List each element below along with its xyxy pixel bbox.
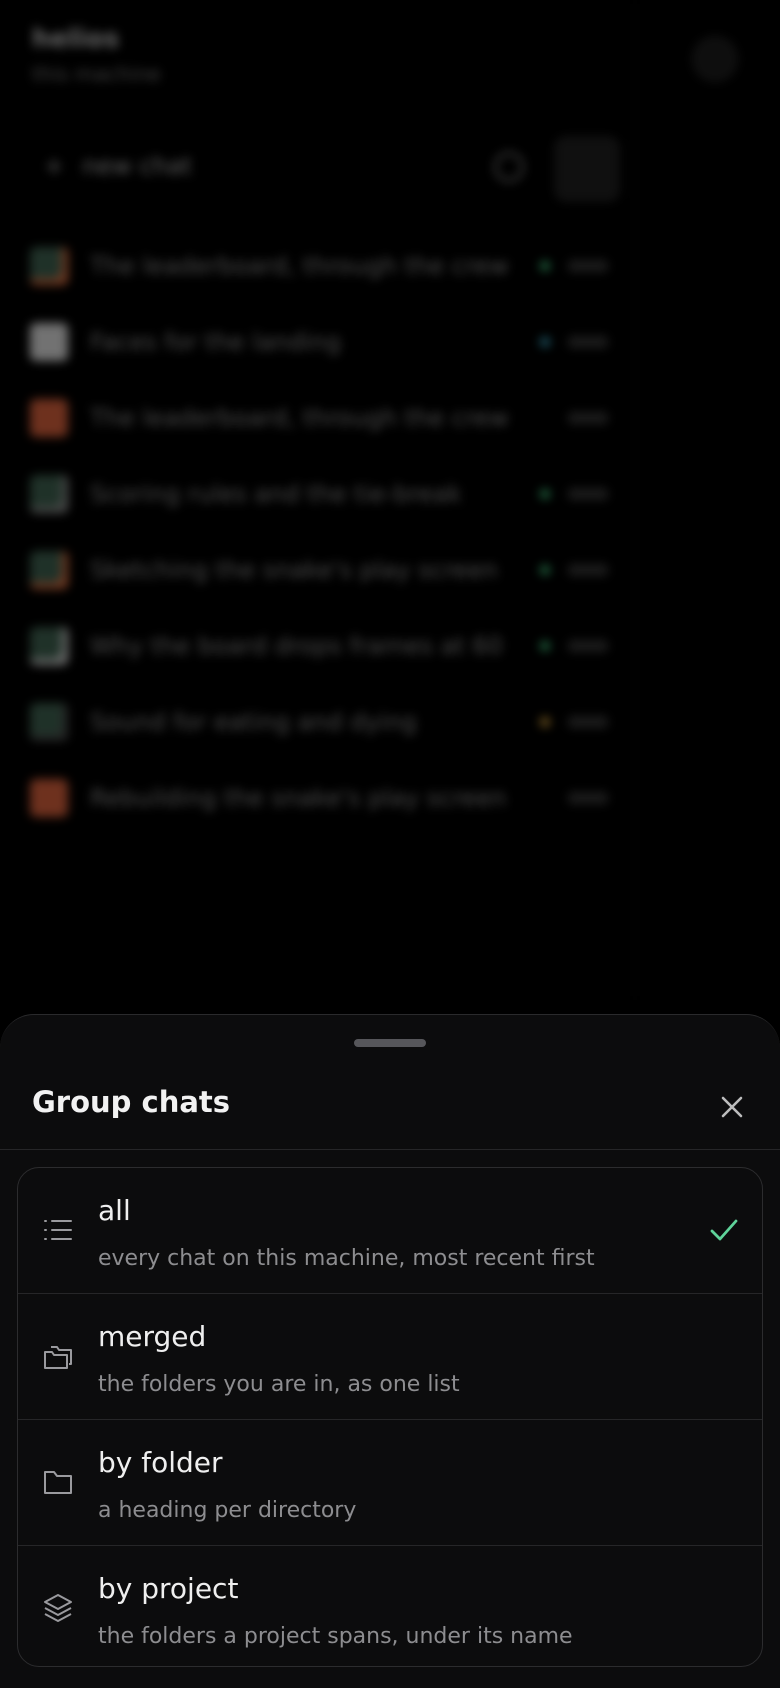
chat-title: The leaderboard, through the crew (90, 252, 509, 280)
chat-avatar-icon (30, 323, 68, 361)
close-button[interactable] (714, 1089, 750, 1125)
menu-button (554, 136, 620, 202)
status-dot (540, 337, 550, 347)
chat-avatar-icon (30, 475, 68, 513)
chat-time (568, 792, 608, 804)
option-label: merged (98, 1320, 207, 1353)
chat-row: Sketching the snake's play screen (30, 550, 620, 590)
chat-avatar-icon (30, 779, 68, 817)
chat-title: Faces for the landing (90, 328, 341, 356)
option-merged[interactable]: merged the folders you are in, as one li… (18, 1294, 762, 1420)
avatar (692, 36, 738, 82)
chat-row: Why the board drops frames at 60 (30, 626, 620, 666)
chat-row: The leaderboard, through the crew (30, 246, 620, 286)
option-description: every chat on this machine, most recent … (98, 1246, 595, 1271)
chat-title: Why the board drops frames at 60 (90, 632, 503, 660)
chat-time (568, 336, 608, 348)
chat-avatar-icon (30, 551, 68, 589)
chat-title: Sketching the snake's play screen (90, 556, 498, 584)
chat-avatar-icon (30, 703, 68, 741)
folder-icon (40, 1464, 76, 1500)
new-chat-button: + new chat (44, 152, 192, 180)
status-dot (540, 565, 550, 575)
chat-row: The leaderboard, through the crew (30, 398, 620, 438)
chat-title: Rebuilding the snake's play screen (90, 784, 507, 812)
chat-row: Faces for the landing (30, 322, 620, 362)
chat-time (568, 716, 608, 728)
plus-icon: + (44, 152, 65, 180)
panel-divider (634, 0, 636, 1000)
option-all[interactable]: all every chat on this machine, most rec… (18, 1168, 762, 1294)
status-dot (540, 717, 550, 727)
option-description: the folders you are in, as one list (98, 1372, 460, 1397)
app-title: helios (32, 24, 120, 54)
status-dot (540, 261, 550, 271)
drag-handle[interactable] (354, 1039, 426, 1047)
option-description: a heading per directory (98, 1498, 357, 1523)
status-dot (540, 489, 550, 499)
background-app: helios this machine + new chat The leade… (0, 0, 780, 1000)
option-by-folder[interactable]: by folder a heading per directory (18, 1420, 762, 1546)
close-icon (721, 1096, 743, 1118)
chat-avatar-icon (30, 247, 68, 285)
option-label: all (98, 1194, 131, 1227)
chat-avatar-icon (30, 399, 68, 437)
chat-time (568, 488, 608, 500)
option-description: the folders a project spans, under its n… (98, 1624, 573, 1649)
new-chat-label: new chat (82, 152, 192, 180)
status-dot (540, 641, 550, 651)
status-dot (540, 413, 550, 423)
sheet-title: Group chats (32, 1085, 231, 1119)
search-icon (494, 152, 524, 182)
chat-row: Scoring rules and the tie-break (30, 474, 620, 514)
chat-avatar-icon (30, 627, 68, 665)
option-by-project[interactable]: by project the folders a project spans, … (18, 1546, 762, 1666)
chat-title: Scoring rules and the tie-break (90, 480, 462, 508)
header-divider (0, 1149, 780, 1150)
chat-time (568, 412, 608, 424)
option-label: by folder (98, 1446, 223, 1479)
chat-time (568, 564, 608, 576)
list-icon (40, 1212, 76, 1248)
group-chats-sheet: Group chats all every chat on this machi… (0, 1014, 780, 1688)
app-subtitle: this machine (32, 62, 161, 86)
chat-time (568, 260, 608, 272)
checkmark-icon (710, 1219, 738, 1241)
layers-icon (40, 1590, 76, 1626)
status-dot (540, 793, 550, 803)
grouping-options: all every chat on this machine, most rec… (17, 1167, 763, 1667)
stacked-folders-icon (40, 1338, 76, 1374)
chat-title: Sound for eating and dying (90, 708, 417, 736)
option-label: by project (98, 1572, 239, 1605)
chat-time (568, 640, 608, 652)
chat-row: Sound for eating and dying (30, 702, 620, 742)
chat-title: The leaderboard, through the crew (90, 404, 509, 432)
chat-row: Rebuilding the snake's play screen (30, 778, 620, 818)
